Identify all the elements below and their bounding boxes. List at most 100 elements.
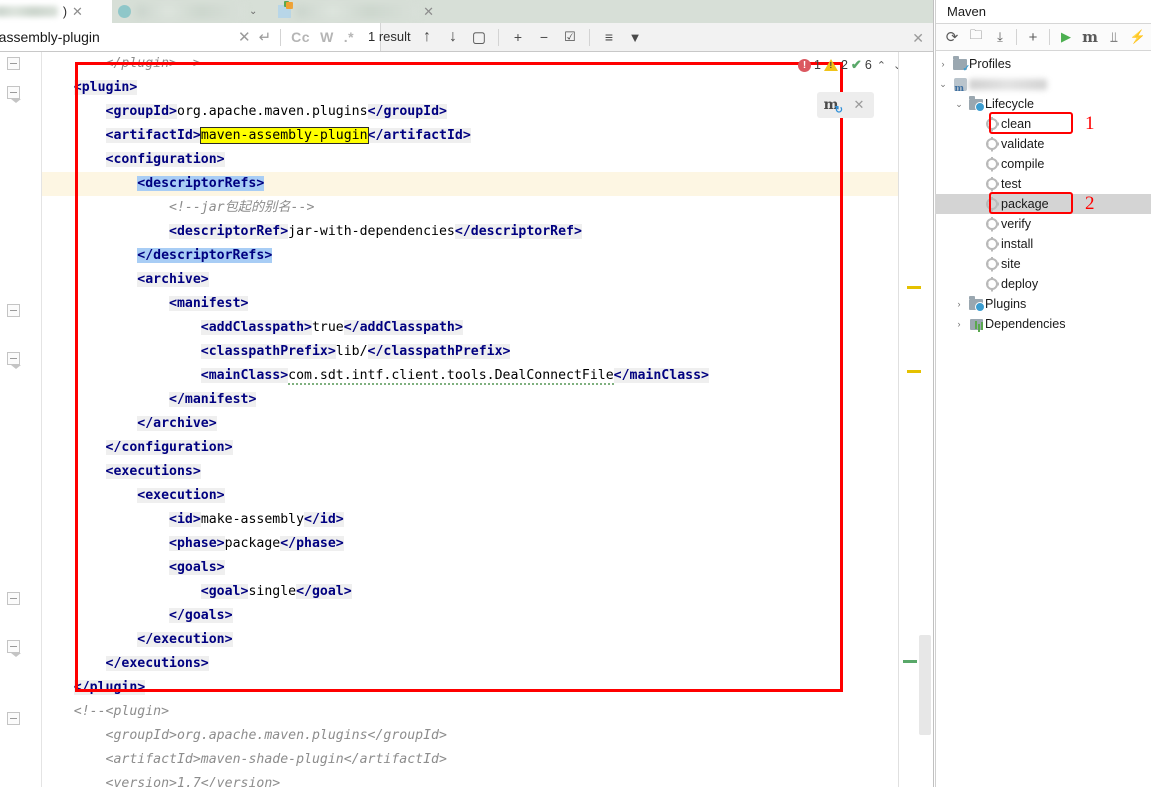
editor-gutter[interactable]	[0, 52, 42, 787]
code-token: </artifactId>	[367, 128, 471, 143]
preview-icon[interactable]: ≡	[597, 25, 621, 49]
toggle-skip-tests-icon[interactable]: ⫫	[1103, 26, 1125, 48]
find-toolbar: ✕ ↵ Cc W .* 1 result ↑ ↓ ▢ + − ☑ ≡ ▼ ✕	[0, 23, 933, 52]
code-line: </execution>	[42, 628, 898, 652]
whole-words-toggle[interactable]: W	[315, 29, 339, 45]
maven-build-icon[interactable]: m	[1079, 26, 1101, 48]
gear-icon	[983, 216, 1001, 230]
maven-tree-item-label: Plugins	[985, 297, 1027, 311]
divider	[1016, 29, 1017, 45]
code-line: <descriptorRefs>	[42, 172, 898, 196]
maven-tree-item-package[interactable]: package	[935, 194, 1151, 214]
match-case-toggle[interactable]: Cc	[286, 29, 315, 45]
stripe-warning-mark[interactable]	[907, 286, 921, 289]
code-token: </groupId>	[367, 104, 447, 119]
find-previous-icon[interactable]: ↑	[415, 25, 439, 49]
code-token: <!--jar包起的别名-->	[169, 200, 315, 215]
maven-tree-item-compile[interactable]: compile	[935, 154, 1151, 174]
reload-icon[interactable]: ⟳	[941, 26, 963, 48]
maven-project-tree[interactable]: › Profiles ⌄⌄ Lifecycle clean 1 validate compil…	[935, 51, 1151, 334]
code-token: </manifest>	[169, 392, 257, 407]
fold-marker[interactable]	[7, 304, 20, 317]
maven-tree-item-module[interactable]: ⌄	[935, 74, 1151, 94]
maven-tree-item-profiles[interactable]: › Profiles	[935, 54, 1151, 74]
maven-tool-window: Maven ⟳ 🗀 ⤓ + ▶ m ⫫ ⚡ › Profiles ⌄⌄ Lifecyc…	[935, 0, 1151, 787]
chevron-right-icon[interactable]: ›	[951, 299, 967, 309]
maven-tree-item-plugins[interactable]: › Plugins	[935, 294, 1151, 314]
chevron-down-icon[interactable]: ⌄	[935, 79, 951, 90]
clear-search-icon[interactable]: ✕	[234, 30, 255, 45]
close-icon[interactable]: ✕	[845, 97, 873, 113]
editor-tab-0[interactable]: ml ( xxxxxxx ) ✕	[0, 0, 112, 23]
chevron-down-icon[interactable]: ⌄	[951, 99, 967, 110]
code-token: <descriptorRefs>	[137, 176, 265, 191]
regex-toggle[interactable]: .*	[339, 29, 359, 45]
editor-tab-2[interactable]: xxxxxxxx ✕	[272, 0, 440, 23]
gear-icon	[983, 256, 1001, 270]
fold-marker[interactable]	[7, 592, 20, 605]
code-token: </descriptorRefs>	[137, 248, 273, 263]
editor-tab-0-blurred-name: xxxxxxx	[0, 6, 58, 17]
chevron-right-icon[interactable]: ›	[951, 319, 967, 329]
code-token: <artifactId>	[105, 128, 201, 143]
maven-tree-item-clean[interactable]: clean	[935, 114, 1151, 134]
find-next-icon[interactable]: ↓	[441, 25, 465, 49]
code-line: </goals>	[42, 604, 898, 628]
fold-marker[interactable]	[7, 57, 20, 70]
fold-marker[interactable]	[7, 352, 21, 369]
add-icon[interactable]: +	[1022, 26, 1044, 48]
close-find-icon[interactable]: ✕	[912, 30, 924, 47]
newline-icon[interactable]: ↵	[255, 30, 276, 45]
maven-tree-item-verify[interactable]: verify	[935, 214, 1151, 234]
fold-marker[interactable]	[7, 86, 21, 103]
remove-occurrence-icon[interactable]: −	[532, 25, 556, 49]
maven-tree-item-deploy[interactable]: deploy	[935, 274, 1151, 294]
error-icon: !	[798, 58, 811, 72]
maven-reload-icon[interactable]: m	[817, 97, 845, 116]
code-editor[interactable]: </plugin>--> <plugin> <groupId>org.apach…	[42, 52, 898, 787]
maven-tree-item-site[interactable]: site	[935, 254, 1151, 274]
divider	[1049, 29, 1050, 45]
editor-scrollbar-thumb[interactable]	[919, 635, 931, 735]
chevron-down-icon[interactable]: ⌄	[249, 6, 257, 17]
maven-tree-item-label: site	[1001, 257, 1021, 271]
maven-tree-item-dependencies[interactable]: › Dependencies	[935, 314, 1151, 334]
code-token: <addClasspath>	[200, 320, 312, 335]
error-stripe[interactable]	[898, 52, 933, 787]
maven-tree-item-test[interactable]: test	[935, 174, 1151, 194]
fold-marker[interactable]	[7, 640, 21, 657]
filter-icon[interactable]: ▼	[623, 25, 647, 49]
code-token: maven-assembly-plugin	[199, 127, 369, 144]
maven-tree-item-label: test	[1001, 177, 1022, 191]
code-token: <!--<plugin>	[73, 704, 170, 719]
search-input[interactable]	[0, 24, 226, 50]
select-all-occurrences-icon[interactable]: ▢	[467, 25, 491, 49]
chevron-right-icon[interactable]: ›	[935, 59, 951, 69]
maven-toolbar: ⟳ 🗀 ⤓ + ▶ m ⫫ ⚡	[935, 24, 1151, 51]
maven-tree-item-install[interactable]: install	[935, 234, 1151, 254]
download-sources-icon[interactable]: ⤓	[989, 26, 1011, 48]
gear-icon	[983, 236, 1001, 250]
generate-sources-icon[interactable]: 🗀	[965, 26, 987, 48]
stripe-warning-mark[interactable]	[907, 370, 921, 373]
fold-marker[interactable]	[7, 712, 20, 725]
editor-tab-0-close-icon[interactable]: ✕	[72, 5, 83, 18]
maven-tree-item-label: Profiles	[969, 57, 1011, 71]
editor-tab-2-close-icon[interactable]: ✕	[423, 5, 434, 18]
code-token: <id>	[169, 512, 201, 527]
toggle-offline-icon[interactable]: ⚡	[1127, 26, 1149, 48]
code-line: </plugin>	[42, 676, 898, 700]
maven-reload-notification[interactable]: m ✕	[817, 92, 874, 118]
find-field-container[interactable]: ✕ ↵ Cc W .*	[0, 23, 381, 51]
select-occurrences-icon[interactable]: ☑	[558, 25, 582, 49]
code-token: org.apache.maven.plugins	[177, 104, 368, 119]
add-occurrence-icon[interactable]: +	[506, 25, 530, 49]
stripe-ok-mark[interactable]	[903, 660, 917, 663]
run-icon[interactable]: ▶	[1055, 26, 1077, 48]
maven-tree-item-lifecycle[interactable]: ⌄ Lifecycle	[935, 94, 1151, 114]
code-line: <execution>	[42, 484, 898, 508]
editor-tab-1[interactable]: xxxxxxxx ⌄	[112, 0, 272, 23]
maven-tree-item-label: deploy	[1001, 277, 1039, 291]
prev-problem-icon[interactable]: ⌃	[875, 59, 888, 72]
maven-tree-item-validate[interactable]: validate	[935, 134, 1151, 154]
